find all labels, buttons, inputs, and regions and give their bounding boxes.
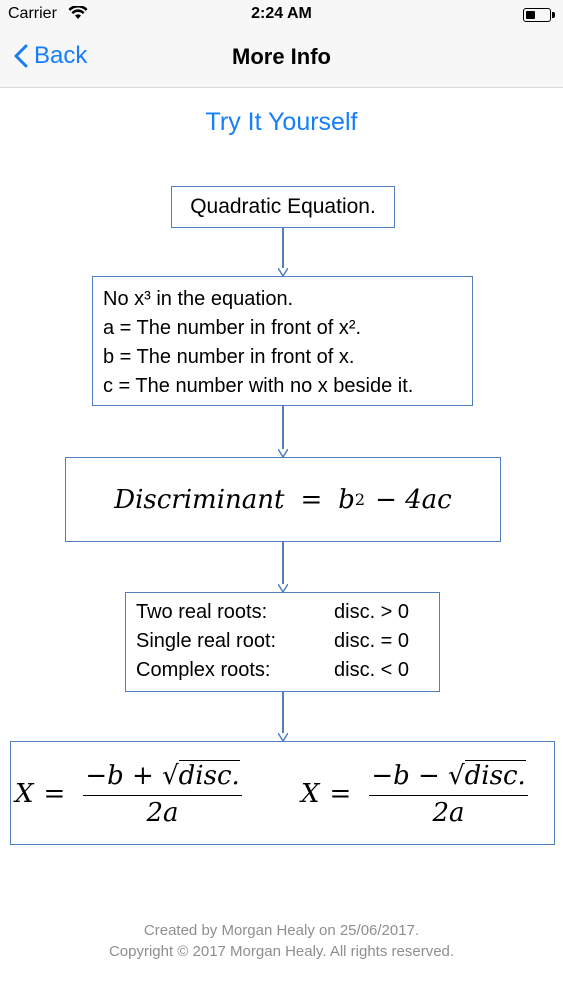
fraction-numerator: −b − √disc.	[369, 759, 528, 796]
formula-x: X	[15, 779, 34, 809]
discriminant-exponent: 2	[354, 490, 366, 509]
try-it-yourself-link[interactable]: Try It Yourself	[0, 108, 563, 137]
discriminant-box: Discriminant = b2 − 4ac	[65, 457, 501, 542]
sqrt-icon: √	[162, 760, 179, 791]
coefficient-line: b = The number in front of x.	[103, 346, 355, 368]
fraction-denominator: 2a	[146, 797, 179, 828]
roots-condition: disc. < 0	[334, 659, 410, 681]
quadratic-formula-box: X = −b + √disc. 2a X = −b − √disc. 2a	[10, 741, 555, 845]
arrowhead-icon	[278, 584, 288, 592]
arrow-connector	[282, 228, 284, 268]
quadratic-equation-box: Quadratic Equation.	[171, 186, 395, 228]
numerator-prefix: −b −	[371, 760, 440, 791]
radicand: disc.	[178, 759, 240, 791]
equals-sign: =	[329, 779, 352, 809]
fraction: −b − √disc. 2a	[369, 759, 528, 828]
footer: Created by Morgan Healy on 25/06/2017. C…	[0, 920, 563, 962]
status-time: 2:24 AM	[251, 5, 312, 22]
status-bar: Carrier 2:24 AM	[0, 0, 563, 30]
coefficient-line: a = The number in front of x².	[103, 317, 362, 339]
discriminant-rest: − 4ac	[375, 484, 452, 515]
coefficient-line: No x³ in the equation.	[103, 288, 294, 310]
formula-x: X	[301, 779, 320, 809]
arrowhead-icon	[278, 449, 288, 457]
equals-sign: =	[43, 779, 66, 809]
page-title: More Info	[232, 44, 331, 69]
arrowhead-icon	[278, 733, 288, 741]
fraction-numerator: −b + √disc.	[83, 759, 242, 796]
coefficient-line: c = The number with no x beside it.	[103, 375, 414, 397]
discriminant-label: Discriminant	[114, 484, 285, 515]
formula-minus: X = −b − √disc. 2a	[301, 742, 536, 846]
roots-condition: disc. > 0	[334, 601, 410, 623]
arrow-connector	[282, 692, 284, 733]
fraction: −b + √disc. 2a	[83, 759, 242, 828]
roots-row: Two real roots: disc. > 0	[136, 598, 429, 627]
formula-plus: X = −b + √disc. 2a	[15, 742, 250, 846]
coefficients-box: No x³ in the equation. a = The number in…	[92, 276, 473, 406]
battery-icon	[523, 8, 555, 22]
roots-label: Two real roots:	[136, 601, 268, 623]
numerator-prefix: −b +	[85, 760, 154, 791]
fraction-denominator: 2a	[432, 797, 465, 828]
footer-created: Created by Morgan Healy on 25/06/2017.	[143, 922, 420, 939]
quadratic-equation-label: Quadratic Equation.	[190, 195, 376, 218]
arrow-connector	[282, 542, 284, 584]
roots-condition: disc. = 0	[334, 630, 410, 652]
navigation-bar: Back More Info	[0, 30, 563, 88]
roots-box: Two real roots: disc. > 0 Single real ro…	[125, 592, 440, 692]
sqrt-icon: √	[448, 760, 465, 791]
roots-label: Complex roots:	[136, 659, 271, 681]
roots-label: Single real root:	[136, 630, 277, 652]
equals-sign: =	[300, 484, 323, 515]
radicand: disc.	[464, 759, 526, 791]
roots-row: Single real root: disc. = 0	[136, 627, 429, 656]
roots-row: Complex roots: disc. < 0	[136, 656, 429, 685]
arrow-connector	[282, 406, 284, 449]
footer-copyright: Copyright © 2017 Morgan Healy. All right…	[108, 943, 455, 960]
discriminant-b: b	[338, 484, 355, 515]
arrowhead-icon	[278, 268, 288, 276]
